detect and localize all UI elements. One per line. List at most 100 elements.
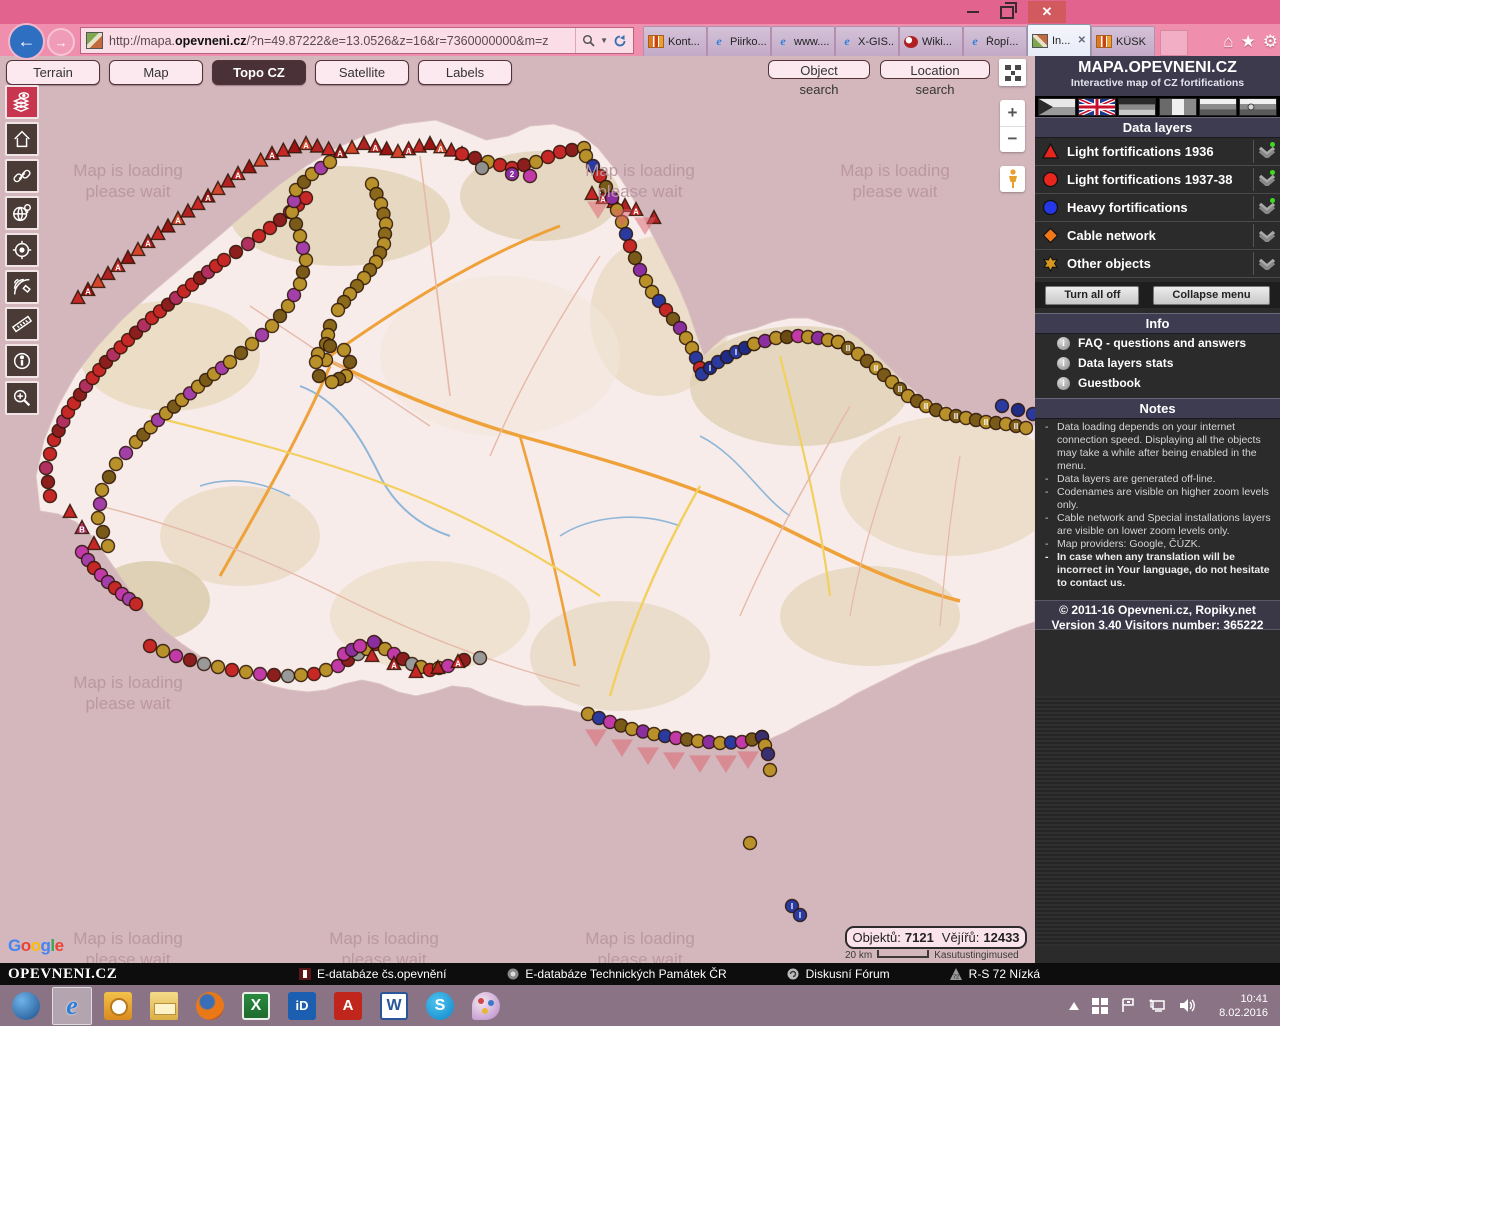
address-bar[interactable]: http://mapa.opevneni.cz/?n=49.87222&e=13… [80,27,634,54]
favorites-star-icon[interactable]: ★ [1241,32,1256,52]
settings-gear-icon[interactable]: ⚙ [1263,32,1278,52]
tab-label: In... [1052,35,1074,47]
home-icon[interactable]: ⌂ [1223,32,1233,52]
section-notes: Notes [1035,398,1280,419]
info-item-faq[interactable]: iFAQ - questions and answers [1035,333,1280,353]
taskbar-app-outlook[interactable] [98,987,138,1025]
layer-expand-button[interactable] [1253,196,1280,219]
flag-cz[interactable] [1038,98,1076,116]
back-button[interactable]: ← [8,23,45,60]
layer-visibility-tool-button[interactable] [5,85,39,119]
tab-piirko[interactable]: ePiirko... [707,26,771,56]
map-viewport[interactable]: AAAAAAAAAAAAAAIIIIIIIIIIIIIIIIBAA2II Map… [0,56,1035,963]
turn-all-off-button[interactable]: Turn all off [1045,286,1139,305]
tab-close-icon[interactable]: ✕ [1078,35,1086,46]
clock[interactable]: 10:41 8.02.2016 [1210,992,1268,1020]
layer-label: Heavy fortifications [1067,200,1253,215]
svg-text:A: A [269,152,275,161]
tab-ksk[interactable]: KÜSK [1091,26,1155,56]
layer-expand-button[interactable] [1253,140,1280,163]
volume-icon[interactable] [1180,998,1197,1013]
svg-text:II: II [984,418,988,427]
chevron-down-icon [1258,258,1276,270]
network-icon[interactable] [1149,999,1167,1013]
taskbar-app-excel[interactable]: X [236,987,276,1025]
link-tool-button[interactable] [5,159,39,193]
map-type-satellite[interactable]: Satellite [315,60,409,85]
street-view-pegman-button[interactable] [1000,166,1025,192]
map-type-labels[interactable]: Labels [418,60,512,85]
taskbar-app-word[interactable]: W [374,987,414,1025]
opevneni-logo[interactable]: OPEVNENI.CZ [8,966,298,983]
svg-text:I: I [735,348,737,357]
map-type-map[interactable]: Map [109,60,203,85]
zoom-search-tool-button[interactable] [5,381,39,415]
object-search-button[interactable]: Object search [768,60,870,79]
word-icon: W [380,992,408,1020]
flag-gb[interactable] [1078,98,1116,116]
search-dropdown-icon[interactable]: ▼ [600,36,608,45]
terms-link[interactable]: Kasutustingimused [934,950,1019,961]
taskbar-app-adobe-reader[interactable]: A [328,987,368,1025]
taskbar-app-skype[interactable]: S [420,987,460,1025]
refresh-icon[interactable] [613,34,627,48]
flag-sk[interactable] [1239,98,1277,116]
forward-button[interactable]: → [47,28,75,56]
flag-ru[interactable] [1199,98,1237,116]
map-type-topo-cz[interactable]: Topo CZ [212,60,306,85]
location-search-button[interactable]: Location search [880,60,990,79]
flag-de[interactable] [1118,98,1156,116]
minimize-button[interactable] [960,2,986,22]
collapse-menu-button[interactable]: Collapse menu [1153,286,1269,305]
tab-label: KÜSK [1116,36,1150,48]
info-item-guestbook[interactable]: iGuestbook [1035,373,1280,393]
tray-expand-icon[interactable] [1069,1002,1079,1010]
tab-kont[interactable]: Kont... [643,26,707,56]
layer-expand-button[interactable] [1253,168,1280,191]
map-type-terrain[interactable]: Terrain [6,60,100,85]
site-links-bar: OPEVNENI.CZ E-databáze čs.opevnění E-data… [0,963,1280,985]
tab-wiki[interactable]: Wiki... [899,26,963,56]
site-link-forum[interactable]: Diskusní Fórum [787,967,890,981]
tab-www[interactable]: ewww.... [771,26,835,56]
flag-fr[interactable] [1159,98,1197,116]
radar-tool-button[interactable] [5,270,39,304]
tab-xgis[interactable]: eX-GIS... [835,26,899,56]
chart-icon [1096,35,1112,48]
close-button[interactable]: ✕ [1028,1,1066,23]
taskbar-app-file-explorer[interactable] [144,987,184,1025]
excel-icon: X [242,992,270,1020]
fullscreen-button[interactable] [999,59,1026,86]
info-tool-button[interactable] [5,344,39,378]
action-center-windows-icon[interactable] [1092,998,1108,1014]
tab-op[interactable]: eŘopí... [963,26,1027,56]
new-tab-button[interactable] [1160,30,1188,56]
restore-button[interactable] [994,2,1020,22]
taskbar-app-internet-explorer[interactable]: e [52,987,92,1025]
globe-pin-tool-button[interactable] [5,196,39,230]
url-text[interactable]: http://mapa.opevneni.cz/?n=49.87222&e=13… [109,34,575,48]
taskbar-app-paint[interactable] [466,987,506,1025]
zoom-out-button[interactable]: − [1000,127,1025,153]
taskbar-app-firefox[interactable] [190,987,230,1025]
taskbar-app-start[interactable] [6,987,46,1025]
layer-expand-button[interactable] [1253,224,1280,247]
home-tool-button[interactable] [5,122,39,156]
internet-explorer-icon: e [58,992,86,1020]
site-link-object[interactable]: 72R-S 72 Nízká [950,967,1040,981]
zoom-in-button[interactable]: + [1000,100,1025,127]
target-tool-button[interactable] [5,233,39,267]
ruler-tool-button[interactable] [5,307,39,341]
site-link-bunker[interactable]: E-databáze čs.opevnění [298,967,446,981]
info-item-data[interactable]: iData layers stats [1035,353,1280,373]
tab-in[interactable]: In... ✕ [1027,24,1091,56]
taskbar-app-digidoc[interactable]: iD [282,987,322,1025]
layer-expand-button[interactable] [1253,252,1280,275]
search-icon[interactable] [582,34,595,47]
site-link-label: E-databáze čs.opevnění [317,967,446,981]
map-type-toolbar: Terrain Map Topo CZ Satellite Labels [6,60,512,85]
site-link-emblem[interactable]: E-databáze Technických Památek ČR [506,967,726,981]
info-item-label: Guestbook [1078,376,1141,390]
svg-text:72: 72 [953,975,959,981]
language-flag-icon[interactable] [1121,998,1136,1013]
